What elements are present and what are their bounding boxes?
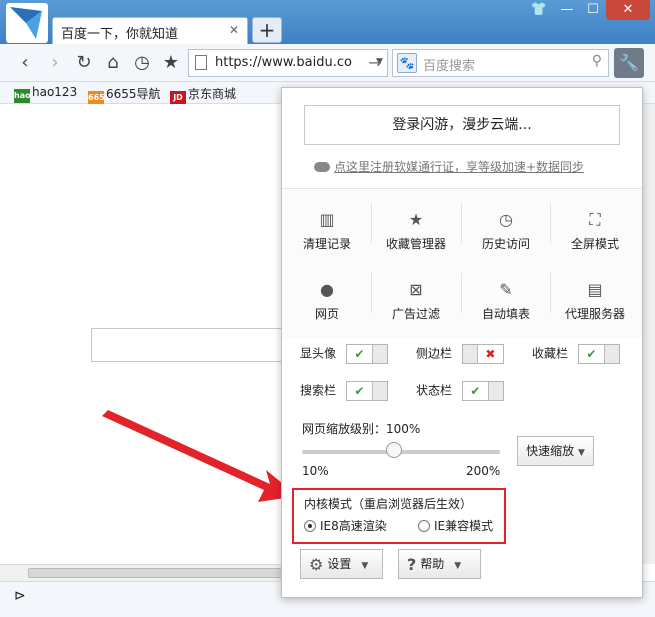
zoom-level-label: 网页缩放级别：100% [302,422,421,436]
toggle-favorites-bar[interactable]: 收藏栏 ✔ [532,344,620,364]
address-bar[interactable]: https://www.baidu.co [188,49,388,77]
check-icon: ✔ [578,345,605,363]
tab-title: 百度一下，你就知道 [61,27,179,42]
close-window-button[interactable]: ✕ [606,0,650,20]
toggle-switch-off[interactable]: ✖ [461,344,504,364]
gear-icon: ⚙ [309,555,324,574]
history-button[interactable]: ◷ [129,50,155,76]
zoom-min-label: 10% [302,464,329,478]
proxy-server-button[interactable]: ▤ 代理服务器 [551,263,639,323]
check-icon: ✔ [346,345,373,363]
webpage-menu-button[interactable]: ● 网页 [283,263,371,323]
sidebar-toggle-icon[interactable]: ⊳ [14,588,26,604]
help-button[interactable]: ? 帮助 ▼ [398,549,481,579]
edit-icon: ✎ [499,280,513,299]
search-placeholder: 百度搜索 [423,59,476,74]
help-icon: ? [407,555,417,574]
toggle-switch-on[interactable]: ✔ [577,344,620,364]
nav-toolbar: ‹ › ↻ ⌂ ◷ ★ https://www.baidu.co ▼ → 🐾 百… [0,44,655,82]
title-bar: 百度一下，你就知道 ✕ + 👕 — ☐ ✕ [0,0,655,44]
tab-baidu[interactable]: 百度一下，你就知道 ✕ [52,17,248,44]
register-link[interactable]: 点这里注册软媒通行证，享等级加速+数据同步 [314,158,584,175]
radio-unselected-icon[interactable] [418,520,430,532]
skin-icon[interactable]: 👕 [528,0,550,20]
settings-button[interactable]: ⚙ 设置 ▼ [300,549,383,579]
toggle-avatar[interactable]: 显头像 ✔ [300,344,388,364]
ad-filter-button[interactable]: ⊠ 广告过滤 [372,263,460,323]
proxy-icon: ▤ [587,280,603,299]
quick-actions-grid: ▥ 清理记录 ★ 收藏管理器 ◷ 历史访问 ⛶ 全屏模式 ● 网页 ⊠ 广告过滤… [282,188,642,338]
forward-button[interactable]: › [42,50,68,76]
favorite-button[interactable]: ★ [158,50,184,76]
zoom-max-label: 200% [466,464,501,478]
autofill-button[interactable]: ✎ 自动填表 [462,263,550,323]
ad-filter-icon: ⊠ [409,280,423,299]
fullscreen-button[interactable]: ⛶ 全屏模式 [551,193,639,253]
6655-icon: 6655 [88,91,110,105]
quick-zoom-button[interactable]: 快速缩放 ▼ [517,436,594,466]
search-box[interactable]: 🐾 百度搜索 ⚲ [392,49,609,77]
toggle-switch-on[interactable]: ✔ [345,381,388,401]
refresh-button[interactable]: ↻ [71,50,97,76]
toggle-status-bar[interactable]: 状态栏 ✔ [416,381,504,401]
kernel-mode-title: 内核模式（重启浏览器后生效） [304,497,473,511]
clear-history-button[interactable]: ▥ 清理记录 [283,193,371,253]
red-arrow-annotation [102,410,298,502]
minimize-button[interactable]: — [554,0,580,20]
go-arrow-icon[interactable]: → [364,52,386,74]
maximize-button[interactable]: ☐ [580,0,606,20]
baidu-search-input[interactable] [91,328,286,362]
toggle-sidebar[interactable]: 侧边栏 ✖ [416,344,504,364]
chevron-down-icon: ▼ [577,448,585,458]
check-icon: ✔ [462,382,489,400]
radio-ie8-fast[interactable]: IE8高速渲染 [304,517,387,534]
check-icon: ✔ [346,382,373,400]
scroll-thumb[interactable] [28,568,288,578]
home-button[interactable]: ⌂ [100,50,126,76]
settings-panel: 登录闪游，漫步云端... 点这里注册软媒通行证，享等级加速+数据同步 ▥ 清理记… [281,87,643,598]
toggle-switch-on[interactable]: ✔ [461,381,504,401]
radio-selected-icon[interactable] [304,520,316,532]
tab-close-icon[interactable]: ✕ [229,23,239,37]
chevron-down-icon: ▼ [361,561,369,571]
bookmark-jd[interactable]: JD 京东商城 [170,85,236,105]
jd-icon: JD [170,91,186,105]
toggle-switch-on[interactable]: ✔ [345,344,388,364]
kernel-mode-box: 内核模式（重启浏览器后生效） IE8高速渲染 IE兼容模式 [292,488,506,544]
address-text: https://www.baidu.co [215,55,352,70]
bookmark-hao123[interactable]: haohao123 [14,85,77,103]
favorites-manager-button[interactable]: ★ 收藏管理器 [372,193,460,253]
history-visit-button[interactable]: ◷ 历史访问 [462,193,550,253]
cloud-icon [314,162,330,172]
x-icon: ✖ [476,345,503,363]
chevron-down-icon: ▼ [454,561,462,571]
toggle-search-bar[interactable]: 搜索栏 ✔ [300,381,388,401]
radio-ie-compat[interactable]: IE兼容模式 [418,517,493,534]
back-button[interactable]: ‹ [12,50,38,76]
swift-logo-icon [10,7,42,39]
wrench-icon[interactable]: 🔧 [614,48,644,78]
paw-icon[interactable]: 🐾 [397,53,417,73]
search-icon[interactable]: ⚲ [592,53,602,69]
clock-icon: ◷ [499,210,513,229]
fullscreen-icon: ⛶ [589,210,601,229]
bookmark-6655[interactable]: 66556655导航 [88,85,161,105]
broom-icon: ▥ [319,210,335,229]
star-folder-icon: ★ [408,210,424,229]
hao123-icon: hao [14,89,31,103]
new-tab-button[interactable]: + [252,17,282,43]
browser-logo [6,3,48,43]
page-icon [195,55,207,70]
login-button[interactable]: 登录闪游，漫步云端... [304,105,620,145]
globe-icon: ● [320,280,334,299]
zoom-slider-handle[interactable] [386,442,402,458]
